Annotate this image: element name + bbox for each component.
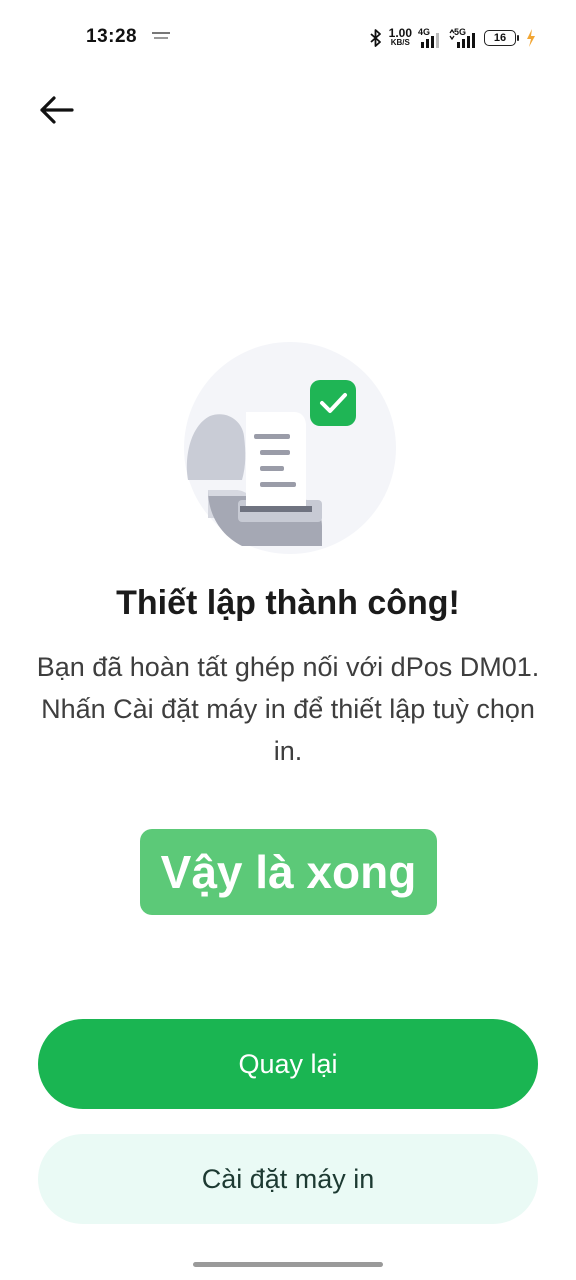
charging-icon [527, 29, 535, 47]
done-badge: Vậy là xong [140, 829, 437, 915]
signal-4g: 4G [418, 27, 442, 49]
printer-settings-button[interactable]: Cài đặt máy in [38, 1134, 538, 1224]
status-icons: 1.00 KB/S 4G 5G 16 [369, 24, 536, 52]
net-speed: 1.00 KB/S [388, 26, 412, 48]
signal-5g: 5G [448, 27, 478, 49]
bluetooth-icon [370, 29, 381, 47]
battery-icon: 16 [484, 30, 519, 46]
notification-icon [152, 32, 170, 39]
network-label-5g: 5G [454, 27, 467, 37]
status-bar: 13:28 1.00 KB/S 4G 5G 16 [0, 0, 576, 72]
back-primary-button[interactable]: Quay lại [38, 1019, 538, 1109]
arrow-left-icon [40, 96, 74, 124]
success-title: Thiết lập thành công! [116, 584, 460, 622]
net-speed-value: 1.00 [388, 26, 412, 40]
home-indicator[interactable] [193, 1262, 383, 1267]
network-label-4g: 4G [418, 27, 431, 37]
success-illustration [184, 342, 396, 554]
net-speed-unit: KB/S [390, 38, 410, 47]
battery-level: 16 [493, 32, 507, 44]
success-description: Bạn đã hoàn tất ghép nối với dPos DM01. … [36, 652, 540, 766]
back-button[interactable] [36, 90, 80, 130]
status-time: 13:28 [86, 26, 138, 47]
check-badge-icon [310, 380, 356, 426]
